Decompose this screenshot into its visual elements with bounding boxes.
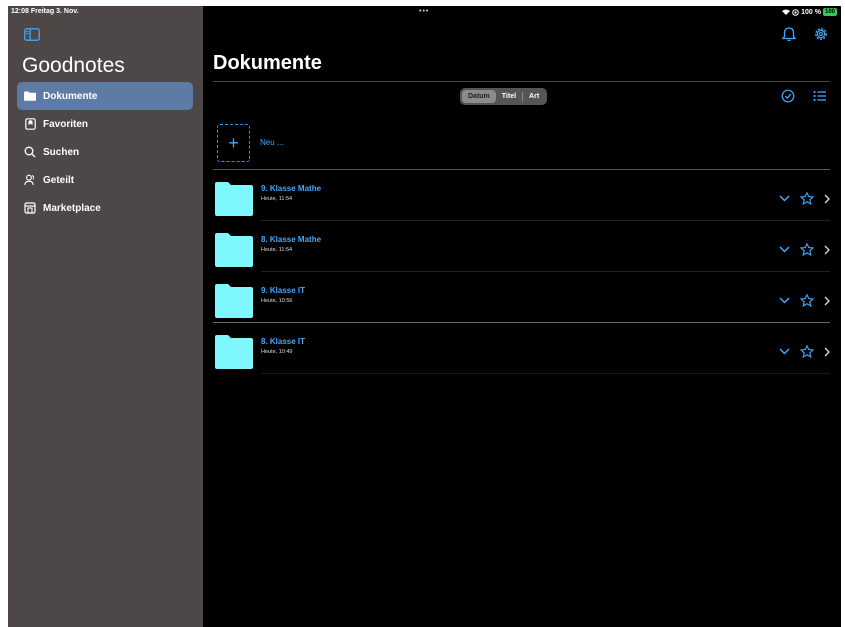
sort-segmented-control: Datum Titel Art	[460, 88, 548, 105]
status-time-date: 12:08 Freitag 3. Nov.	[11, 8, 79, 15]
page-title: Dokumente	[213, 52, 322, 74]
row-divider	[261, 271, 830, 272]
marketplace-icon	[24, 202, 36, 214]
document-date: Heute, 11:54	[261, 196, 293, 202]
document-row-9-klasse-mathe[interactable]: 9. Klasse Mathe Heute, 11:54	[213, 174, 830, 224]
folder-icon	[24, 90, 36, 102]
chevron-down-icon[interactable]	[779, 348, 790, 355]
folder-icon	[215, 335, 253, 369]
bell-icon[interactable]	[781, 26, 797, 42]
sidebar: 12:08 Freitag 3. Nov. Goodnotes Dokument…	[8, 6, 203, 627]
chevron-right-icon[interactable]	[824, 347, 830, 357]
sidebar-item-dokumente[interactable]: Dokumente	[17, 82, 193, 110]
row-divider	[213, 322, 830, 323]
sidebar-item-label: Dokumente	[43, 90, 98, 102]
new-document-label[interactable]: Neu ...	[260, 138, 284, 147]
shared-people-icon	[24, 174, 36, 186]
sidebar-item-label: Marketplace	[43, 202, 101, 214]
chevron-right-icon[interactable]	[824, 296, 830, 306]
battery-icon: 100	[822, 8, 837, 16]
sidebar-nav: Dokumente Favoriten Suchen Geteilt Marke…	[17, 82, 193, 222]
document-row-8-klasse-it[interactable]: 8. Klasse IT Heute, 10:49	[213, 327, 830, 377]
row-actions	[779, 294, 830, 307]
row-actions	[779, 345, 830, 358]
tab-art[interactable]: Art	[523, 90, 545, 103]
chevron-down-icon[interactable]	[779, 297, 790, 304]
search-icon	[24, 146, 36, 158]
document-row-8-klasse-mathe[interactable]: 8. Klasse Mathe Heute, 11:54	[213, 225, 830, 275]
star-icon[interactable]	[800, 294, 814, 307]
sidebar-item-label: Favoriten	[43, 118, 89, 130]
folder-icon	[215, 182, 253, 216]
tab-datum[interactable]: Datum	[462, 90, 496, 103]
bookmark-icon	[24, 118, 36, 130]
multitasking-dots[interactable]: •••	[419, 8, 429, 15]
chevron-right-icon[interactable]	[824, 194, 830, 204]
wifi-icon	[782, 9, 791, 15]
sidebar-toggle-icon[interactable]	[24, 28, 40, 41]
document-title: 9. Klasse Mathe	[261, 184, 322, 193]
folder-icon	[215, 233, 253, 267]
list-view-icon[interactable]	[813, 90, 827, 102]
row-actions	[779, 192, 830, 205]
orientation-lock-icon	[792, 8, 799, 16]
new-document-button[interactable]: +	[217, 124, 250, 162]
sidebar-item-marketplace[interactable]: Marketplace	[17, 194, 193, 222]
star-icon[interactable]	[800, 243, 814, 256]
screen: 12:08 Freitag 3. Nov. Goodnotes Dokument…	[8, 6, 841, 627]
plus-icon: +	[228, 132, 239, 153]
title-divider	[213, 81, 830, 82]
document-date: Heute, 10:56	[261, 298, 293, 304]
tab-titel[interactable]: Titel	[496, 90, 522, 103]
row-actions	[779, 243, 830, 256]
select-checkmark-icon[interactable]	[781, 89, 795, 103]
sidebar-item-label: Geteilt	[43, 174, 75, 186]
sidebar-item-suchen[interactable]: Suchen	[17, 138, 193, 166]
status-indicators: 100 % 100	[782, 8, 837, 16]
document-title: 8. Klasse Mathe	[261, 235, 322, 244]
chevron-down-icon[interactable]	[779, 246, 790, 253]
document-title: 8. Klasse IT	[261, 337, 306, 346]
document-date: Heute, 10:49	[261, 349, 293, 355]
folder-icon	[215, 284, 253, 318]
sidebar-item-label: Suchen	[43, 146, 80, 158]
list-divider	[213, 169, 830, 170]
row-divider	[261, 373, 830, 374]
document-date: Heute, 11:54	[261, 247, 293, 253]
sidebar-item-geteilt[interactable]: Geteilt	[17, 166, 193, 194]
document-row-9-klasse-it[interactable]: 9. Klasse IT Heute, 10:56	[213, 276, 830, 326]
row-divider	[261, 220, 830, 221]
document-title: 9. Klasse IT	[261, 286, 306, 295]
star-icon[interactable]	[800, 345, 814, 358]
battery-percent: 100 %	[801, 8, 821, 16]
chevron-down-icon[interactable]	[779, 195, 790, 202]
chevron-right-icon[interactable]	[824, 245, 830, 255]
main-panel: ••• 100 % 100 Dokumente Datum Titel Art	[203, 6, 841, 627]
app-title: Goodnotes	[22, 54, 125, 77]
gear-icon[interactable]	[813, 26, 829, 42]
sidebar-item-favoriten[interactable]: Favoriten	[17, 110, 193, 138]
star-icon[interactable]	[800, 192, 814, 205]
